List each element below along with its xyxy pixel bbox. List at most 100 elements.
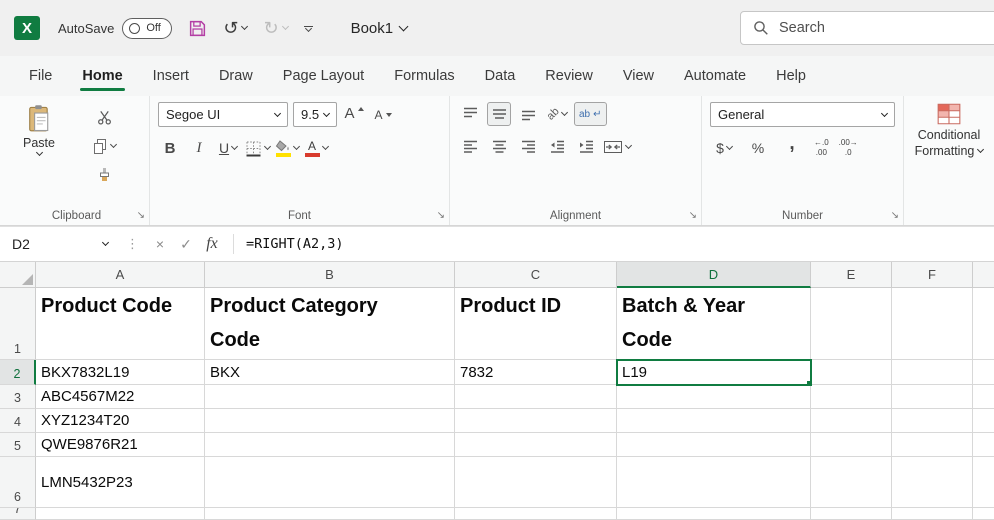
select-all-corner[interactable] — [0, 262, 36, 288]
cell-D4[interactable] — [617, 409, 811, 433]
bold-button[interactable]: B — [158, 136, 182, 160]
tab-automate[interactable]: Automate — [669, 56, 761, 96]
cell[interactable] — [973, 385, 994, 409]
cell-E6[interactable] — [811, 457, 892, 508]
row-header-3[interactable]: 3 — [0, 385, 36, 409]
cell-B3[interactable] — [205, 385, 455, 409]
borders-button[interactable] — [245, 136, 270, 160]
tab-data[interactable]: Data — [470, 56, 531, 96]
increase-font-size-button[interactable]: A — [342, 103, 366, 127]
cell-C3[interactable] — [455, 385, 617, 409]
cell-A3[interactable]: ABC4567M22 — [36, 385, 205, 409]
increase-decimal-button[interactable]: ←.0 .00 — [814, 138, 829, 157]
col-header-B[interactable]: B — [205, 262, 455, 288]
merge-center-button[interactable] — [603, 135, 631, 159]
cell[interactable] — [973, 409, 994, 433]
col-header-partial[interactable] — [973, 262, 994, 288]
name-box[interactable]: D2 — [0, 236, 118, 252]
bottom-align-button[interactable] — [516, 102, 540, 126]
tab-view[interactable]: View — [608, 56, 669, 96]
col-header-E[interactable]: E — [811, 262, 892, 288]
font-name-select[interactable]: Segoe UI — [158, 102, 288, 127]
italic-button[interactable]: I — [187, 136, 211, 160]
align-left-button[interactable] — [458, 135, 482, 159]
cell-D2-selected[interactable]: L19 — [617, 360, 811, 385]
cell-F3[interactable] — [892, 385, 973, 409]
cell-F1[interactable] — [892, 288, 973, 360]
row-header-4[interactable]: 4 — [0, 409, 36, 433]
cell-C6[interactable] — [455, 457, 617, 508]
search-box[interactable] — [740, 11, 994, 45]
cell-F7[interactable] — [892, 508, 973, 520]
align-center-button[interactable] — [487, 135, 511, 159]
dialog-launcher-icon[interactable]: ↘ — [437, 211, 445, 221]
cell-B1[interactable]: Product Category Code — [205, 288, 455, 360]
cut-button[interactable] — [92, 105, 116, 129]
conditional-formatting-button[interactable]: Conditional Formatting — [906, 100, 992, 158]
cell-C1[interactable]: Product ID — [455, 288, 617, 360]
tab-formulas[interactable]: Formulas — [379, 56, 469, 96]
cell-F5[interactable] — [892, 433, 973, 457]
cell-A7[interactable] — [36, 508, 205, 520]
col-header-F[interactable]: F — [892, 262, 973, 288]
cell-E2[interactable] — [811, 360, 892, 385]
undo-button[interactable]: ↺ — [223, 19, 247, 37]
wrap-text-button[interactable]: ab ↵ — [574, 102, 607, 126]
tab-file[interactable]: File — [14, 56, 67, 96]
cell-F6[interactable] — [892, 457, 973, 508]
row-header-7[interactable]: 7 — [0, 508, 36, 520]
decrease-font-size-button[interactable]: A — [371, 103, 395, 127]
cell-C5[interactable] — [455, 433, 617, 457]
enter-button[interactable]: ✓ — [173, 236, 199, 253]
tab-review[interactable]: Review — [530, 56, 608, 96]
cell[interactable] — [973, 508, 994, 520]
dialog-launcher-icon[interactable]: ↘ — [891, 211, 899, 221]
percent-style-button[interactable]: % — [746, 136, 770, 160]
cell-E4[interactable] — [811, 409, 892, 433]
cell[interactable] — [973, 433, 994, 457]
cancel-button[interactable]: × — [147, 236, 173, 252]
cell-E7[interactable] — [811, 508, 892, 520]
cell-B2[interactable]: BKX — [205, 360, 455, 385]
paste-button[interactable]: Paste — [12, 102, 66, 187]
insert-function-button[interactable]: fx — [199, 235, 225, 253]
cell-C4[interactable] — [455, 409, 617, 433]
decrease-decimal-button[interactable]: .00→ .0 — [839, 138, 858, 157]
row-header-2[interactable]: 2 — [0, 360, 36, 385]
save-button[interactable] — [188, 19, 207, 38]
workbook-title[interactable]: Book1 — [351, 20, 408, 37]
row-header-5[interactable]: 5 — [0, 433, 36, 457]
cell-D1[interactable]: Batch & Year Code — [617, 288, 811, 360]
tab-page-layout[interactable]: Page Layout — [268, 56, 379, 96]
font-color-button[interactable]: A — [304, 136, 328, 160]
dialog-launcher-icon[interactable]: ↘ — [689, 211, 697, 221]
redo-button[interactable]: ↻ — [263, 19, 287, 37]
cell[interactable] — [973, 360, 994, 385]
cell-E5[interactable] — [811, 433, 892, 457]
search-input[interactable] — [779, 20, 949, 36]
cell-B4[interactable] — [205, 409, 455, 433]
cell-A5[interactable]: QWE9876R21 — [36, 433, 205, 457]
formula-input[interactable]: =RIGHT(A2,3) — [246, 236, 344, 252]
cell-E1[interactable] — [811, 288, 892, 360]
orientation-button[interactable]: ab — [545, 102, 569, 126]
align-right-button[interactable] — [516, 135, 540, 159]
cell[interactable] — [973, 457, 994, 508]
comma-style-button[interactable]: , — [780, 136, 804, 160]
cell-D3[interactable] — [617, 385, 811, 409]
row-header-1[interactable]: 1 — [0, 288, 36, 360]
underline-button[interactable]: U — [216, 136, 240, 160]
top-align-button[interactable] — [458, 102, 482, 126]
cell-A6[interactable]: LMN5432P23 — [36, 457, 205, 508]
cell-A2[interactable]: BKX7832L19 — [36, 360, 205, 385]
accounting-format-button[interactable]: $ — [712, 136, 736, 160]
cell-D7[interactable] — [617, 508, 811, 520]
cell-E3[interactable] — [811, 385, 892, 409]
cell-B6[interactable] — [205, 457, 455, 508]
excel-logo-icon[interactable]: X — [14, 16, 40, 40]
fill-color-button[interactable] — [275, 136, 299, 160]
cell-D5[interactable] — [617, 433, 811, 457]
cell-F4[interactable] — [892, 409, 973, 433]
format-painter-button[interactable] — [92, 163, 116, 187]
toggle-switch[interactable]: Off — [122, 18, 172, 39]
